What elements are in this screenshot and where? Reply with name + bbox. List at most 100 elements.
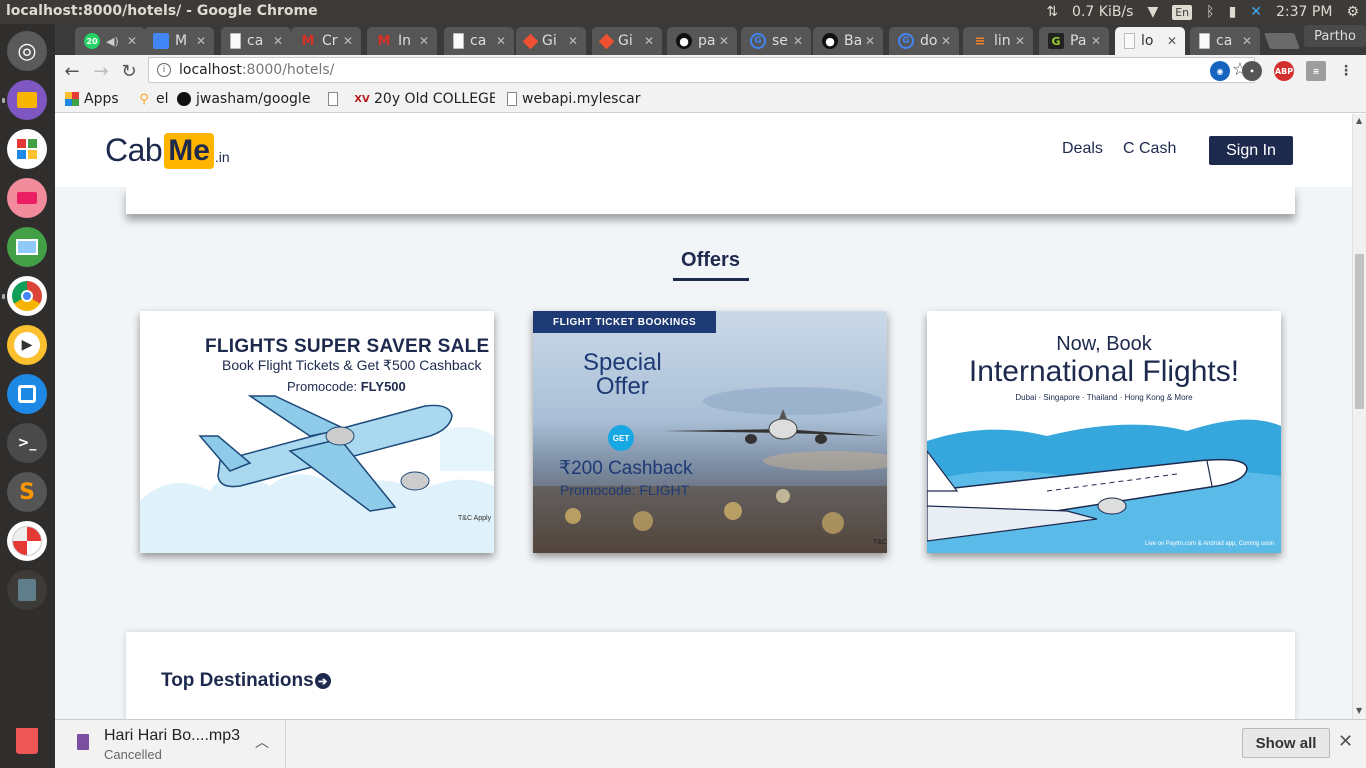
close-tab-icon[interactable]: ✕ — [644, 34, 654, 48]
bookmark-item[interactable]: ⚲ el — [137, 90, 168, 108]
gmail-icon: M — [377, 33, 391, 49]
browser-tab[interactable]: ● pa ✕ — [667, 27, 737, 55]
terminal-icon[interactable]: >_ — [7, 423, 47, 463]
bookmark-item[interactable]: webapi.mylescar — [507, 90, 641, 108]
close-tab-icon[interactable]: ✕ — [1242, 34, 1252, 48]
close-tab-icon[interactable]: ✕ — [568, 34, 578, 48]
extension-eye-icon[interactable]: ◉ — [1210, 61, 1230, 81]
offer-card-international-flights[interactable]: Now, Book International Flights! Dubai ·… — [927, 311, 1281, 553]
browser-tab[interactable]: ca ✕ — [1190, 27, 1260, 55]
close-tab-icon[interactable]: ✕ — [941, 34, 951, 48]
net-speed[interactable]: 0.7 KiB/s — [1065, 0, 1140, 24]
close-tab-icon[interactable]: ✕ — [719, 34, 729, 48]
close-tab-icon[interactable]: ✕ — [793, 34, 803, 48]
chrome-icon[interactable] — [7, 276, 47, 316]
close-tab-icon[interactable]: ✕ — [1167, 34, 1177, 48]
chevron-up-icon[interactable]: ︿ — [255, 732, 269, 752]
download-item[interactable]: Hari Hari Bo....mp3 Cancelled ︿ — [55, 720, 286, 768]
new-tab-button[interactable] — [1264, 33, 1300, 49]
nav-ccash[interactable]: C Cash — [1123, 140, 1176, 158]
extension-bulb-icon[interactable]: • — [1242, 61, 1262, 81]
close-tab-icon[interactable]: ✕ — [419, 34, 429, 48]
arrow-right-icon[interactable]: ➔ — [314, 673, 331, 689]
browser-tab[interactable]: G Pa ✕ — [1039, 27, 1109, 55]
reload-icon[interactable]: ↻ — [117, 59, 141, 83]
browser-tab[interactable]: ca ✕ — [221, 27, 291, 55]
image-viewer-icon[interactable] — [7, 227, 47, 267]
browser-tab[interactable]: ≡ lin ✕ — [963, 27, 1033, 55]
close-tab-icon[interactable]: ✕ — [127, 34, 137, 48]
browser-tab[interactable]: Gse ✕ — [741, 27, 811, 55]
printer-app-icon[interactable] — [7, 570, 47, 610]
show-all-button[interactable]: Show all — [1242, 728, 1330, 758]
offer-card-flights-sale[interactable]: FLIGHTS SUPER SAVER SALE Book Flight Tic… — [140, 311, 494, 553]
profile-button[interactable]: Partho — [1304, 25, 1366, 47]
close-tab-icon[interactable]: ✕ — [1091, 34, 1101, 48]
airplane-photo-illustration — [533, 387, 887, 553]
clock[interactable]: 2:37 PM — [1269, 0, 1339, 24]
bluetooth-icon[interactable]: ᛒ — [1199, 0, 1221, 24]
offer1-promo: Promocode: FLY500 — [287, 379, 406, 394]
offer1-promo-code: FLY500 — [360, 379, 406, 394]
scroll-up-icon[interactable]: ▲ — [1356, 116, 1362, 125]
offer-card-special-offer[interactable]: FLIGHT TICKET BOOKINGS Special Offer GET … — [533, 311, 887, 553]
chrome-menu-icon[interactable]: ⋮ — [1336, 61, 1356, 81]
tab-label: Cr — [322, 33, 338, 49]
address-bar[interactable]: i localhost:8000/hotels/ ☆ — [148, 57, 1255, 83]
browser-tab[interactable]: Gi ✕ — [592, 27, 662, 55]
git-icon — [598, 33, 615, 49]
wifi-icon[interactable]: ▼ — [1140, 0, 1165, 24]
files-icon[interactable] — [7, 80, 47, 120]
extension-doc-icon[interactable]: ≡ — [1306, 61, 1326, 81]
bookmark-item[interactable]: XV 20y Old COLLEGE — [355, 90, 495, 108]
battery-icon[interactable]: ▮ — [1222, 0, 1244, 24]
tab-label: Pa — [1070, 33, 1087, 49]
close-tab-icon[interactable]: ✕ — [196, 34, 206, 48]
scroll-down-icon[interactable]: ▼ — [1356, 706, 1362, 715]
offer3-line2: International Flights! — [968, 355, 1240, 388]
forward-arrow-icon[interactable]: → — [89, 59, 113, 83]
notes-app-icon[interactable] — [7, 178, 47, 218]
browser-tab[interactable]: M ✕ — [144, 27, 214, 55]
sign-in-button[interactable]: Sign In — [1209, 136, 1293, 165]
browser-tab[interactable]: lo ✕ — [1115, 27, 1185, 55]
network-arrows-icon[interactable]: ⇅ — [1039, 0, 1065, 24]
browser-tab[interactable]: ● Ba ✕ — [813, 27, 883, 55]
scrollbar-thumb[interactable] — [1355, 254, 1364, 409]
keyboard-layout[interactable]: En — [1165, 0, 1199, 24]
close-tab-icon[interactable]: ✕ — [496, 34, 506, 48]
close-tab-icon[interactable]: ✕ — [273, 34, 283, 48]
top-destinations-heading[interactable]: Top Destinations ➔ — [161, 670, 331, 692]
bookmark-item[interactable]: jwasham/google — [177, 90, 310, 108]
volume-muted-icon[interactable]: ✕ — [1243, 0, 1269, 24]
adblock-plus-icon[interactable]: ABP — [1274, 61, 1294, 81]
close-tab-icon[interactable]: ✕ — [865, 34, 875, 48]
ubuntu-dash-icon[interactable]: ◎ — [7, 31, 47, 71]
close-tab-icon[interactable]: ✕ — [1015, 34, 1025, 48]
browser-tab[interactable]: M In ✕ — [367, 27, 437, 55]
url-path: :8000/hotels/ — [241, 62, 335, 78]
bookmark-item[interactable]: Apps — [65, 90, 119, 108]
browser-tab[interactable]: Gdo ✕ — [889, 27, 959, 55]
software-center-icon[interactable] — [7, 129, 47, 169]
vscode-icon[interactable] — [7, 374, 47, 414]
page-scrollbar[interactable]: ▲ ▼ — [1352, 114, 1366, 719]
close-tab-icon[interactable]: ✕ — [343, 34, 353, 48]
close-icon[interactable]: ✕ — [1338, 731, 1353, 752]
bookmark-item[interactable] — [328, 90, 343, 108]
media-player-icon[interactable]: ▶ — [7, 325, 47, 365]
browser-tab[interactable]: 20 ◀) ✕ — [75, 27, 145, 55]
browser-tab[interactable]: M Cr ✕ — [291, 27, 361, 55]
nav-deals[interactable]: Deals — [1062, 140, 1103, 158]
cabme-logo[interactable]: Cab Me .in — [105, 132, 230, 169]
info-icon[interactable]: i — [157, 63, 171, 77]
back-arrow-icon[interactable]: ← — [60, 59, 84, 83]
power-gear-icon[interactable]: ⚙ — [1339, 0, 1366, 24]
browser-tab[interactable]: ca ✕ — [444, 27, 514, 55]
trash-icon[interactable] — [7, 721, 47, 761]
sublime-text-icon[interactable]: S — [7, 472, 47, 512]
speaker-icon[interactable]: ◀) — [106, 35, 119, 48]
browser-tab[interactable]: Gi ✕ — [516, 27, 586, 55]
apps-grid-icon — [65, 92, 79, 106]
system-monitor-icon[interactable] — [7, 521, 47, 561]
